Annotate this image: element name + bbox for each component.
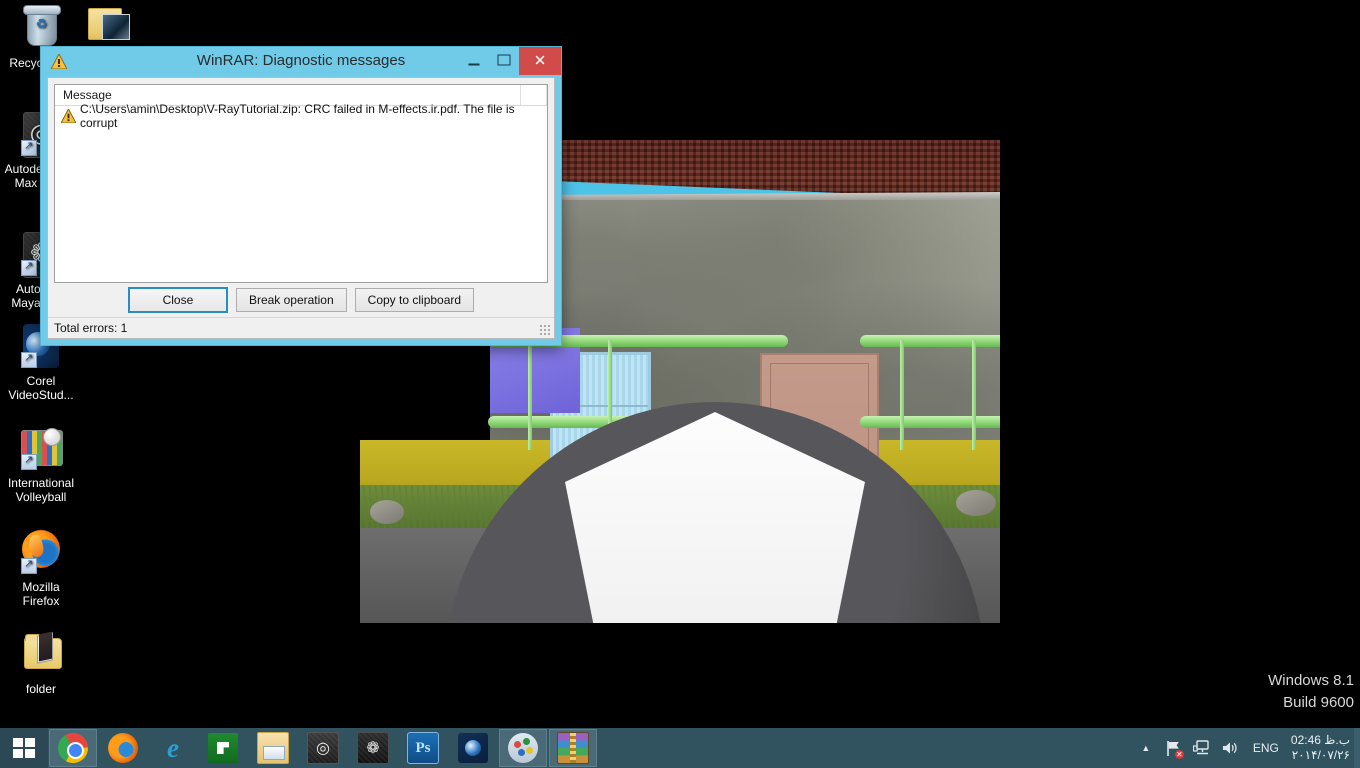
taskbar-internet-explorer[interactable]: e bbox=[149, 729, 197, 767]
taskbar-maya[interactable]: ❁ bbox=[349, 729, 397, 767]
photoshop-icon: Ps bbox=[407, 732, 439, 764]
maya-icon: ❁ bbox=[357, 732, 389, 764]
minimize-button[interactable] bbox=[459, 47, 489, 75]
copy-to-clipboard-button[interactable]: Copy to clipboard bbox=[354, 288, 475, 312]
desktop-icon-international-volleyball[interactable]: International Volleyball bbox=[2, 424, 80, 504]
taskbar[interactable]: e ◎ ❁ Ps ▲ ✕ ENG 02:46 ب.ظ ۲۰۱۴/۰۷/۲۶ bbox=[0, 728, 1360, 768]
watermark-line-2: Build 9600 bbox=[1283, 694, 1354, 711]
status-text: Total errors: 1 bbox=[54, 321, 128, 335]
render-rock bbox=[370, 500, 404, 524]
dialog-button-row: Close Break operation Copy to clipboard bbox=[48, 283, 554, 317]
show-hidden-icons-button[interactable]: ▲ bbox=[1135, 735, 1157, 761]
close-window-button[interactable]: ✕ bbox=[519, 47, 561, 75]
taskbar-paint[interactable] bbox=[499, 729, 547, 767]
3ds-max-icon: ◎ bbox=[307, 732, 339, 764]
paint-icon bbox=[508, 733, 538, 763]
minimize-icon bbox=[468, 55, 480, 68]
taskbar-3ds-max[interactable]: ◎ bbox=[299, 729, 347, 767]
winrar-icon bbox=[557, 732, 589, 764]
file-explorer-icon bbox=[257, 732, 289, 764]
render-rail-post bbox=[528, 340, 532, 450]
firefox-icon bbox=[17, 528, 65, 576]
action-center-flag-icon[interactable]: ✕ bbox=[1163, 735, 1185, 761]
clock-date: ۲۰۱۴/۰۷/۲۶ bbox=[1291, 748, 1350, 762]
taskbar-corel-videostudio[interactable] bbox=[449, 729, 497, 767]
recycle-bin-icon: ♻ bbox=[17, 4, 65, 52]
dialog-statusbar: Total errors: 1 bbox=[48, 317, 554, 338]
chrome-icon bbox=[58, 733, 88, 763]
dialog-body: Message C:\Users\amin\Desktop\V-RayTutor… bbox=[47, 77, 555, 339]
dialog-titlebar[interactable]: WinRAR: Diagnostic messages ✕ bbox=[41, 47, 561, 77]
taskbar-store[interactable] bbox=[199, 729, 247, 767]
windows-logo-icon bbox=[13, 738, 35, 758]
start-button[interactable] bbox=[0, 728, 48, 768]
desktop-folder-pictures[interactable] bbox=[88, 2, 132, 46]
close-button[interactable]: Close bbox=[127, 287, 228, 313]
desktop-icon-label: folder bbox=[25, 682, 57, 696]
error-badge: ✕ bbox=[1174, 750, 1184, 759]
desktop-icon-mozilla-firefox[interactable]: Mozilla Firefox bbox=[2, 528, 80, 608]
firefox-icon bbox=[108, 733, 138, 763]
taskbar-file-explorer[interactable] bbox=[249, 729, 297, 767]
render-rail-post bbox=[900, 340, 904, 450]
windows-activation-watermark: Windows 8.1 Build 9600 bbox=[1268, 670, 1354, 714]
close-icon: ✕ bbox=[533, 52, 547, 70]
render-rock bbox=[956, 490, 996, 516]
desktop-icon-label: Corel VideoStud... bbox=[8, 374, 74, 402]
render-railing-mid-right bbox=[860, 416, 1000, 428]
desktop-icon-label: Mozilla Firefox bbox=[22, 580, 60, 608]
desktop-icon-folder[interactable]: folder bbox=[2, 630, 80, 696]
message-text: C:\Users\amin\Desktop\V-RayTutorial.zip:… bbox=[80, 102, 515, 130]
messages-listview[interactable]: Message C:\Users\amin\Desktop\V-RayTutor… bbox=[54, 84, 548, 283]
language-indicator[interactable]: ENG bbox=[1247, 741, 1285, 755]
international-volleyball-icon bbox=[17, 424, 65, 472]
render-rail-post bbox=[972, 340, 976, 450]
maximize-icon bbox=[497, 54, 511, 68]
table-row[interactable]: C:\Users\amin\Desktop\V-RayTutorial.zip:… bbox=[55, 102, 547, 130]
network-icon[interactable] bbox=[1191, 735, 1213, 761]
break-operation-button[interactable]: Break operation bbox=[235, 288, 347, 312]
resize-grip[interactable] bbox=[539, 324, 551, 336]
taskbar-winrar[interactable] bbox=[549, 729, 597, 767]
folder-thumbnail bbox=[102, 14, 130, 40]
clock[interactable]: 02:46 ب.ظ ۲۰۱۴/۰۷/۲۶ bbox=[1291, 733, 1354, 763]
taskbar-firefox[interactable] bbox=[99, 729, 147, 767]
windows-store-icon bbox=[208, 733, 238, 763]
taskbar-photoshop[interactable]: Ps bbox=[399, 729, 447, 767]
system-tray[interactable]: ▲ ✕ ENG 02:46 ب.ظ ۲۰۱۴/۰۷/۲۶ bbox=[1135, 728, 1360, 768]
desktop-icon-label: International Volleyball bbox=[7, 476, 75, 504]
render-railing-top-right bbox=[860, 335, 1000, 347]
volume-icon[interactable] bbox=[1219, 735, 1241, 761]
corel-videostudio-icon bbox=[458, 733, 488, 763]
show-desktop-button[interactable] bbox=[1354, 728, 1360, 768]
watermark-line-1: Windows 8.1 bbox=[1268, 672, 1354, 689]
taskbar-chrome[interactable] bbox=[49, 729, 97, 767]
winrar-diagnostic-messages-dialog[interactable]: WinRAR: Diagnostic messages ✕ Message C:… bbox=[40, 46, 562, 346]
folder-icon bbox=[17, 630, 65, 678]
clock-time: 02:46 ب.ظ bbox=[1290, 733, 1350, 747]
ball-panel-top bbox=[565, 412, 865, 623]
internet-explorer-icon: e bbox=[167, 732, 179, 763]
maximize-button[interactable] bbox=[489, 47, 519, 75]
warning-icon bbox=[61, 109, 76, 123]
